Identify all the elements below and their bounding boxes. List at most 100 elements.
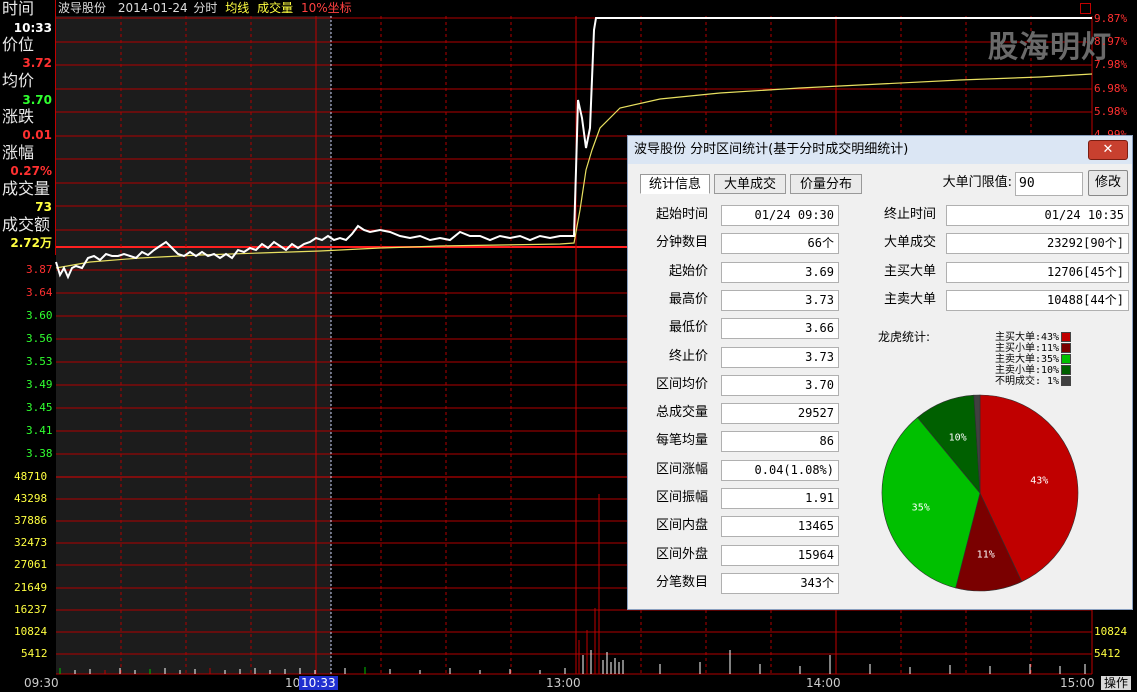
stat-value: 13465 [721, 516, 839, 538]
volume-tick: 37886 [14, 514, 48, 527]
legend-item: 主卖小单:10% [995, 365, 1072, 376]
cursor-time: 10:33 [299, 676, 338, 690]
stat-label: 主买大单 [883, 263, 936, 279]
price-value: 3.72 [22, 56, 52, 70]
volume-tick: 5412 [1094, 647, 1121, 660]
threshold-label: 大单门限值: [942, 175, 1012, 190]
price-tick: 3.49 [26, 378, 53, 391]
chart-date: 2014-01-24 [117, 1, 188, 15]
legend-label: 主买大单:43% [995, 332, 1060, 343]
price-tick: 3.64 [26, 286, 53, 299]
selection-region [56, 16, 331, 674]
stat-value: 01/24 10:35 [946, 205, 1129, 226]
stat-value: 1.91 [721, 488, 839, 509]
avg-label: 均价 [2, 71, 35, 90]
volume-tick: 21649 [14, 581, 48, 594]
tab-price-volume[interactable]: 价量分布 [790, 174, 862, 194]
price-tick: 3.60 [26, 309, 53, 322]
avg-line-toggle[interactable]: 均线 [225, 1, 249, 15]
change-label: 涨跌 [2, 107, 35, 126]
stat-value: 23292[90个] [946, 233, 1129, 255]
close-button[interactable]: ✕ [1088, 140, 1128, 160]
price-tick: 3.56 [26, 332, 53, 345]
pct-value: 0.27% [10, 164, 52, 178]
legend-swatch [1061, 332, 1072, 342]
interval-stats-dialog: 波导股份 分时区间统计(基于分时成交明细统计) ✕ 统计信息 大单成交 价量分布… [627, 135, 1133, 610]
legend-item: 不明成交: 1% [995, 376, 1072, 387]
stat-value: 3.70 [721, 374, 839, 396]
price-label: 价位 [2, 35, 35, 54]
tab-stats-info[interactable]: 统计信息 [640, 174, 710, 194]
restore-icon[interactable] [1080, 3, 1091, 14]
price-tick: 3.41 [26, 424, 53, 437]
pie-slice-label: 10% [949, 433, 967, 444]
threshold-input[interactable]: 90 [1015, 172, 1083, 196]
stat-label: 终止价 [668, 348, 708, 364]
time-tick: 14:00 [806, 676, 841, 690]
stat-label: 每笔均量 [655, 433, 708, 449]
volume-toggle[interactable]: 成交量 [257, 1, 293, 15]
stat-label: 分笔数目 [655, 574, 708, 590]
legend-label: 主买小单:11% [995, 343, 1060, 354]
price-tick: 3.45 [26, 401, 53, 414]
price-tick: 3.53 [26, 355, 53, 368]
legend-item: 主买大单:43% [995, 332, 1072, 343]
operation-button[interactable]: 操作 [1101, 676, 1132, 690]
legend-item: 主买小单:11% [995, 343, 1072, 354]
stat-label: 总成交量 [655, 405, 708, 421]
stat-value: 15964 [721, 544, 839, 566]
chart-mode: 分时 [193, 1, 218, 15]
legend-label: 主卖大单:35% [995, 354, 1060, 365]
stat-value: 3.73 [721, 289, 839, 311]
dialog-title[interactable]: 波导股份 分时区间统计(基于分时成交明细统计) [628, 136, 1132, 164]
stat-label: 区间涨幅 [655, 461, 708, 477]
time-tick: 13:00 [546, 676, 581, 690]
stat-label: 区间外盘 [655, 546, 708, 562]
stat-value: 343个 [721, 572, 839, 594]
pct-label: 涨幅 [2, 143, 35, 162]
stat-value: 3.73 [721, 346, 839, 368]
time-label: 时间 [2, 0, 35, 18]
tab-large-orders[interactable]: 大单成交 [714, 174, 786, 194]
amount-label: 成交额 [2, 215, 51, 234]
pie-legend: 主买大单:43% 主买小单:11% 主卖大单:35% 主卖小单:10% 不明成交… [995, 332, 1095, 392]
stat-label: 区间振幅 [655, 490, 708, 505]
legend-swatch [1061, 376, 1072, 386]
change-value: 0.01 [22, 128, 52, 142]
legend-item: 主卖大单:35% [995, 354, 1072, 365]
volume-tick: 10824 [14, 625, 48, 638]
volume-tick: 16237 [14, 603, 48, 616]
pct-tick: 8.97% [1094, 35, 1128, 48]
pie-slice-label: 43% [1030, 476, 1048, 487]
volume-tick: 5412 [21, 647, 48, 660]
volume-tick: 32473 [14, 536, 48, 549]
pie-title: 龙虎统计: [878, 330, 931, 344]
pct-tick: 7.98% [1094, 58, 1128, 71]
stat-value: 0.04(1.08%) [721, 459, 839, 481]
time-tick: 15:00 [1060, 676, 1095, 690]
price-tick: 3.87 [26, 263, 53, 276]
volume-value: 73 [35, 200, 52, 214]
pie-slice-label: 11% [977, 549, 995, 560]
stock-name: 波导股份 [58, 1, 107, 15]
legend-label: 主卖小单:10% [995, 365, 1060, 376]
pct-tick: 9.87% [1094, 12, 1128, 25]
stat-value: 66个 [721, 233, 839, 255]
volume-tick: 48710 [14, 470, 48, 483]
stat-value: 10488[44个] [946, 289, 1129, 311]
stat-label: 起始价 [668, 263, 708, 279]
amount-value: 2.72万 [10, 236, 52, 250]
pct-tick: 5.98% [1094, 105, 1128, 118]
coord-toggle[interactable]: 10%坐标 [301, 1, 352, 15]
legend-label: 不明成交: 1% [995, 376, 1060, 387]
pct-tick: 6.98% [1094, 82, 1128, 95]
modify-button[interactable]: 修改 [1088, 170, 1128, 196]
stat-label: 最高价 [668, 291, 708, 307]
stat-value: 3.69 [721, 261, 839, 283]
stat-label: 区间均价 [655, 376, 708, 392]
stat-label: 区间内盘 [655, 518, 708, 534]
volume-tick: 43298 [14, 492, 48, 505]
time-tick: 09:30 [24, 676, 59, 690]
pie-slice-label: 35% [912, 502, 930, 513]
stat-label: 分钟数目 [655, 235, 708, 251]
